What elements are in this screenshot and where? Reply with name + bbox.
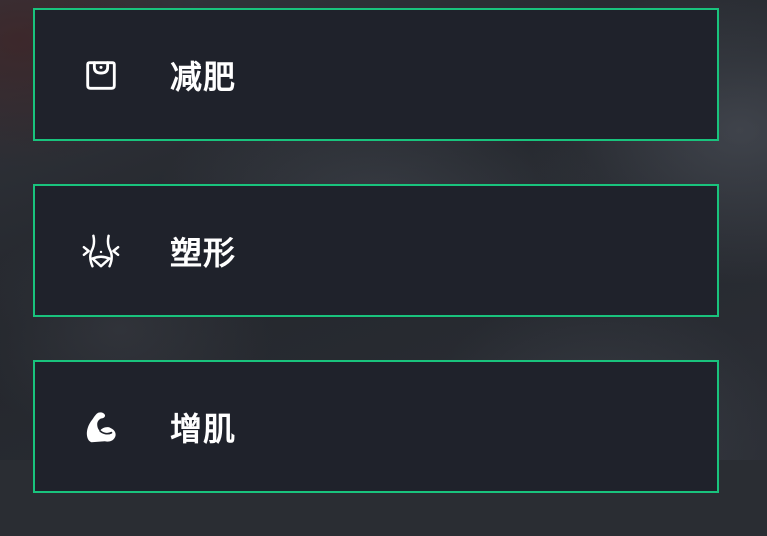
- goal-option-label: 减肥: [170, 57, 237, 96]
- goal-option-label: 增肌: [170, 409, 237, 448]
- goal-option-body-shaping[interactable]: 塑形: [33, 184, 719, 317]
- waist-shaping-icon: [81, 231, 121, 271]
- scale-icon: [81, 55, 121, 95]
- goal-option-lose-weight[interactable]: 减肥: [33, 8, 719, 141]
- goal-option-label: 塑形: [170, 233, 237, 272]
- flexed-biceps-icon: [81, 407, 121, 447]
- goal-option-list: 减肥 塑形 增肌: [33, 8, 719, 536]
- goal-option-build-muscle[interactable]: 增肌: [33, 360, 719, 493]
